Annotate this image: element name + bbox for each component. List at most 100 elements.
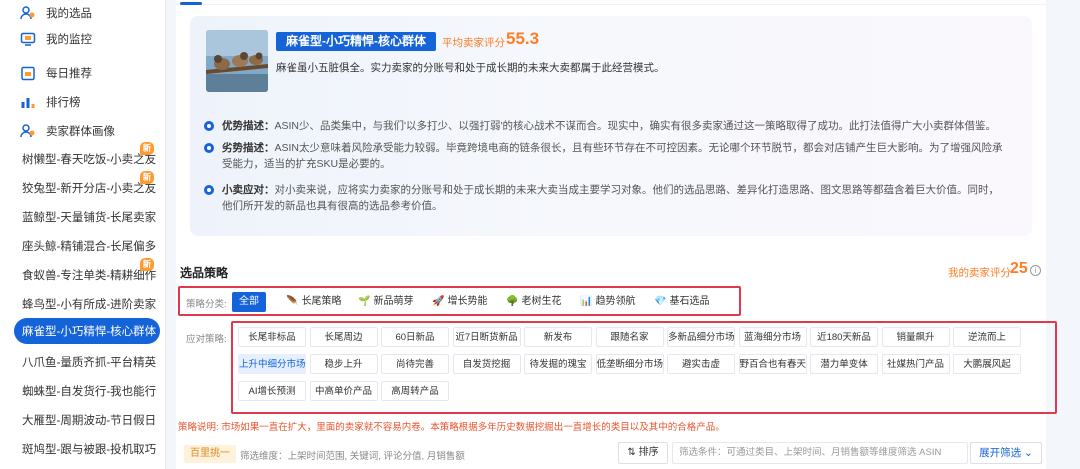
strategy-row-label: 应对策略:	[186, 334, 227, 345]
disadvantage-description: 劣势描述：ASIN太少意味着风险承受能力较弱。毕竟跨境电商的链条很长，且有些环节…	[204, 140, 1004, 172]
sidebar-sub-label: 蜂鸟型-小有所成-进阶卖家	[22, 299, 157, 311]
strategy-chip[interactable]: 销量飙升	[881, 327, 950, 347]
bullet-icon	[204, 121, 214, 131]
chip-label: 趋势领航	[595, 296, 636, 307]
strategy-chip[interactable]: 高周转产品	[381, 381, 449, 401]
avg-score-label: 平均卖家评分	[442, 37, 505, 49]
feather-icon: 🪶	[286, 296, 299, 307]
sidebar-item-my-monitor[interactable]: 我的监控	[0, 26, 166, 52]
strategy-chip[interactable]: 多新品细分市场	[667, 327, 735, 347]
info-icon[interactable]: i	[1030, 265, 1041, 276]
strategy-chip[interactable]: 避实击虚	[667, 354, 735, 374]
seller-type-intro-card: 麻雀型-小巧精悍-核心群体 平均卖家评分 55.3 麻雀虽小五脏俱全。实力卖家的…	[190, 16, 1032, 236]
strategy-chip[interactable]: 近180天新品	[810, 327, 878, 347]
sort-label: 排序	[638, 447, 659, 458]
chip-label: 全部	[239, 296, 259, 307]
sidebar-sub-item-active[interactable]: 麻雀型-小巧精悍-核心群体	[14, 318, 160, 344]
sort-icon: ⇅	[627, 447, 639, 458]
strategy-chip[interactable]: 野百合也有春天	[738, 354, 807, 374]
category-chip-old-tree[interactable]: 🌳 老树生花	[506, 292, 561, 312]
sidebar-sub-item[interactable]: 斑鸠型-跟与被跟-投机取巧	[0, 436, 166, 462]
desc-text: ASIN太少意味着风险承受能力较弱。毕竟跨境电商的链条很长，且有些环节存在不可控…	[222, 142, 1003, 170]
filter-dimension-hint: 筛选维度：上架时间范围, 关键词, 评论分值, 月销售额	[240, 451, 465, 462]
advantage-description: 优势描述：ASIN少、品类集中，与我们'以多打少、以强打弱'的核心战术不谋而合。…	[204, 118, 1004, 134]
sidebar-item-label: 我的选品	[46, 8, 92, 20]
sidebar-item-label: 每日推荐	[46, 68, 92, 80]
strategy-chip[interactable]: 潜力单变体	[810, 354, 878, 374]
sidebar-sub-item[interactable]: 八爪鱼-量质齐抓-平台精英	[0, 349, 166, 375]
users-icon	[20, 123, 36, 139]
strategy-chip[interactable]: 上升中细分市场	[238, 354, 306, 374]
sidebar-sub-label: 斑鸠型-跟与被跟-投机取巧	[22, 444, 157, 456]
desc-title: 优势描述：	[222, 120, 275, 132]
strategy-category-row: 策略分类: 全部 🪶 长尾策略 🌱 新品萌芽 🚀 增长势能 🌳 老树生花 📊 趋势领航 💎…	[178, 286, 741, 316]
new-badge: 新	[140, 142, 154, 155]
sidebar-sub-item[interactable]: 食蚁兽-专注单类-精耕细作 新	[0, 258, 166, 288]
strategy-chip[interactable]: 大鹏展风起	[953, 354, 1021, 374]
chevron-down-icon: ⌄	[1024, 447, 1033, 459]
sidebar-sub-label: 大雁型-周期波动-节日假日	[22, 415, 157, 427]
sidebar-sub-item[interactable]: 大雁型-周期波动-节日假日	[0, 407, 166, 433]
strategy-chip[interactable]: 近7日断货新品	[452, 327, 521, 347]
sidebar-sub-item[interactable]: 座头鲸-精铺混合-长尾偏多	[0, 233, 166, 259]
strategy-chip[interactable]: 跟随名家	[595, 327, 664, 347]
sort-button[interactable]: ⇅ 排序	[618, 442, 668, 464]
strategy-chip[interactable]: AI增长预测	[238, 381, 306, 401]
sprout-icon: 🌱	[358, 296, 371, 307]
sidebar-sub-label: 树懒型-春天吃饭-小卖之友	[22, 154, 157, 166]
small-seller-response: 小卖应对：对小卖来说，应将实力卖家的分账号和处于成长期的未来大卖当成主要学习对象…	[204, 182, 1004, 214]
sidebar-item-daily-recommend[interactable]: 每日推荐	[0, 60, 166, 86]
desc-text: 对小卖来说，应将实力卖家的分账号和处于成长期的未来大卖当成主要学习对象。他们的选…	[222, 184, 999, 212]
desc-title: 小卖应对：	[222, 184, 275, 196]
strategy-chip[interactable]: 自发货挖掘	[452, 354, 521, 374]
main-panel: 麻雀型-小巧精悍-核心群体 平均卖家评分 55.3 麻雀虽小五脏俱全。实力卖家的…	[176, 0, 1057, 469]
sidebar-item-label: 卖家群体画像	[46, 126, 115, 138]
monitor-icon	[20, 31, 36, 47]
sidebar-item-seller-portrait[interactable]: 卖家群体画像	[0, 118, 166, 144]
strategy-chip[interactable]: 尚待完善	[381, 354, 449, 374]
sidebar-sub-item[interactable]: 蓝鲸型-天量铺货-长尾卖家	[0, 204, 166, 230]
strategy-chip[interactable]: 低垄断细分市场	[595, 354, 664, 374]
preset-filter-button[interactable]: 百里挑一	[184, 445, 236, 463]
strategy-chip[interactable]: 长尾周边	[309, 327, 378, 347]
category-chip-new-sprout[interactable]: 🌱 新品萌芽	[358, 292, 413, 312]
tab-divider	[176, 4, 1046, 5]
sidebar-sub-label: 狡兔型-新开分店-小卖之友	[22, 183, 157, 195]
category-chip-long-tail[interactable]: 🪶 长尾策略	[286, 292, 341, 312]
rocket-icon: 🚀	[432, 296, 445, 307]
strategy-chip[interactable]: 蓝海细分市场	[738, 327, 807, 347]
strategy-chip[interactable]: 60日新品	[381, 327, 449, 347]
strategy-chip[interactable]: 逆流而上	[953, 327, 1021, 347]
sidebar-item-my-selection[interactable]: 我的选品	[0, 0, 166, 26]
sidebar-sub-item[interactable]: 狡兔型-新开分店-小卖之友 新	[0, 171, 166, 201]
category-chip-cornerstone[interactable]: 💎 基石选品	[654, 292, 709, 312]
sidebar-sub-label: 蓝鲸型-天量铺货-长尾卖家	[22, 212, 157, 224]
sidebar-item-ranking[interactable]: 排行榜	[0, 89, 166, 115]
category-row-label: 策略分类:	[186, 299, 227, 310]
strategy-chip[interactable]: 稳步上升	[309, 354, 378, 374]
sidebar-item-label: 排行榜	[46, 97, 81, 109]
strategy-chip[interactable]: 待发掘的瑰宝	[524, 354, 592, 374]
chip-label: 长尾策略	[301, 296, 342, 307]
strategy-chip[interactable]: 长尾非标品	[238, 327, 306, 347]
sidebar-sub-item[interactable]: 蜘蛛型-自发货行-我也能行	[0, 378, 166, 404]
strategy-chip[interactable]: 新发布	[524, 327, 592, 347]
bullet-icon	[204, 185, 214, 195]
category-chip-trend[interactable]: 📊 趋势领航	[580, 292, 635, 312]
sparrow-image	[206, 30, 268, 92]
sidebar-sub-label: 麻雀型-小巧精悍-核心群体	[22, 326, 157, 338]
chip-label: 老树生花	[521, 296, 562, 307]
filter-condition-input[interactable]: 筛选条件：可通过类目、上架时间、月销售额等维度筛选 ASIN	[672, 442, 968, 464]
active-tab-indicator	[180, 2, 202, 5]
expand-filter-button[interactable]: 展开筛选 ⌄	[970, 442, 1042, 464]
category-chip-growth[interactable]: 🚀 增长势能	[432, 292, 487, 312]
tree-icon: 🌳	[506, 296, 519, 307]
my-score-value: 25	[1010, 260, 1028, 277]
category-chip-all[interactable]: 全部	[232, 292, 266, 312]
sidebar-sub-item[interactable]: 树懒型-春天吃饭-小卖之友 新	[0, 142, 166, 172]
strategy-chip[interactable]: 社媒热门产品	[881, 354, 950, 374]
strategy-chip[interactable]: 中高单价产品	[309, 381, 378, 401]
sidebar-sub-item[interactable]: 蜂鸟型-小有所成-进阶卖家	[0, 291, 166, 317]
avg-score-value: 55.3	[506, 29, 540, 48]
expand-label: 展开筛选	[979, 447, 1022, 459]
